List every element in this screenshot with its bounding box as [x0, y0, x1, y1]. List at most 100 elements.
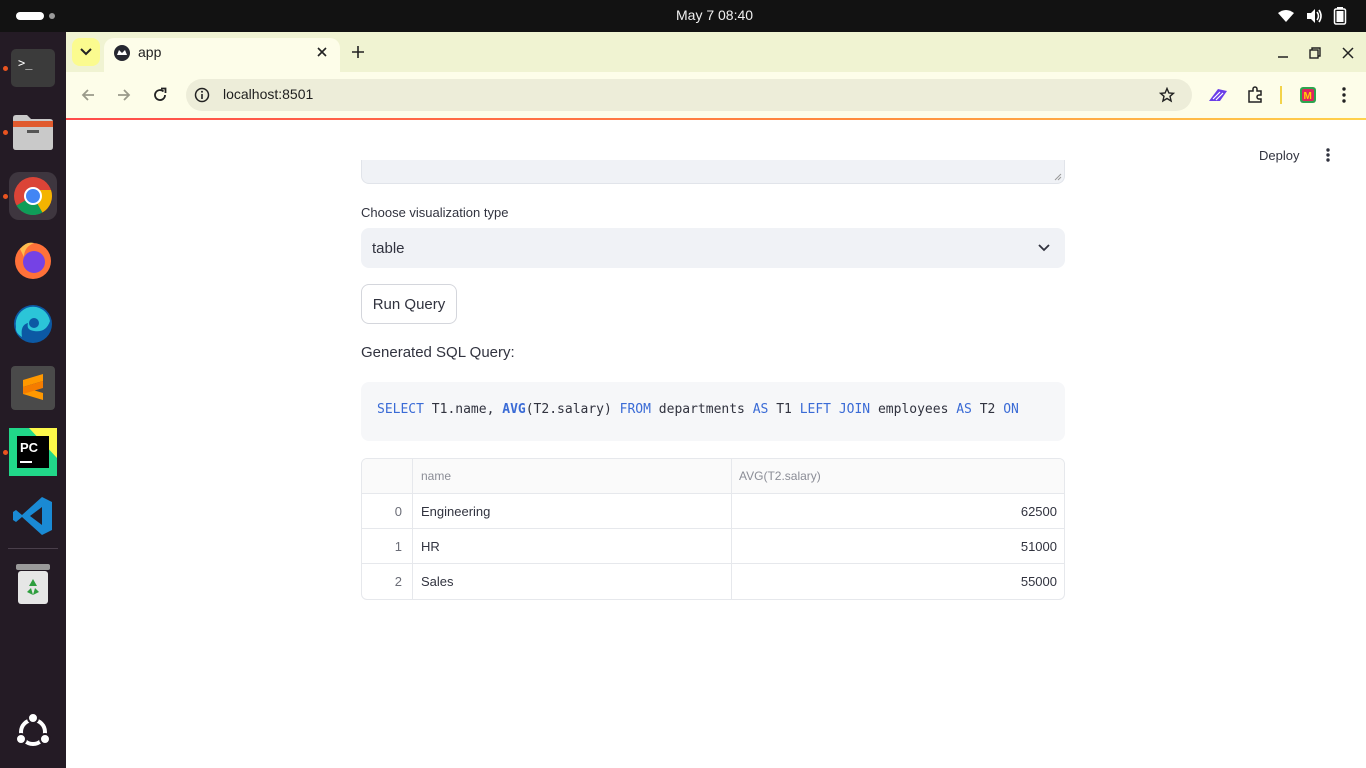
resize-handle-icon[interactable] — [1054, 173, 1062, 181]
volume-icon[interactable] — [1305, 7, 1323, 25]
extension-button[interactable] — [1206, 83, 1230, 107]
cell-name[interactable]: Sales — [413, 564, 732, 599]
minimize-icon — [1278, 56, 1288, 58]
svg-text:PC: PC — [20, 440, 39, 455]
puzzle-icon — [1248, 86, 1262, 103]
wifi-icon[interactable] — [1277, 7, 1295, 25]
run-query-button[interactable]: Run Query — [361, 284, 457, 324]
new-tab-button[interactable] — [346, 40, 370, 64]
running-indicator — [3, 130, 8, 135]
index-column-header — [362, 459, 413, 494]
chevron-down-icon — [80, 48, 92, 56]
activities-indicator[interactable] — [16, 12, 44, 20]
running-indicator — [3, 66, 8, 71]
chrome-launcher[interactable] — [9, 172, 57, 220]
table-row[interactable]: 2 Sales 55000 — [362, 564, 1064, 599]
main-menu-button[interactable] — [1318, 144, 1338, 166]
toolbar-separator — [1280, 86, 1282, 104]
sql-heading: Generated SQL Query: — [361, 344, 515, 361]
sql-token: (T2.salary) — [525, 402, 620, 417]
info-icon — [194, 87, 210, 103]
system-top-bar: May 7 08:40 — [0, 0, 1366, 32]
extensions-menu-button[interactable] — [1243, 83, 1267, 107]
table-row[interactable]: 1 HR 51000 — [362, 529, 1064, 564]
cell-avg-salary[interactable]: 62500 — [732, 494, 1064, 529]
arrow-right-icon — [118, 89, 131, 101]
dock: >_ PC — [0, 32, 66, 768]
cell-name[interactable]: Engineering — [413, 494, 732, 529]
edge-icon — [14, 305, 52, 343]
address-bar[interactable] — [186, 79, 1192, 111]
terminal-launcher[interactable]: >_ — [9, 44, 57, 92]
sql-token: T2 — [971, 402, 1004, 417]
row-index: 1 — [362, 529, 413, 564]
kebab-menu-icon — [1326, 148, 1330, 162]
forward-button[interactable] — [112, 83, 136, 107]
plus-icon — [352, 46, 364, 58]
svg-text:M: M — [1304, 91, 1312, 102]
site-info-button[interactable] — [192, 85, 212, 105]
sql-token: SELECT — [377, 402, 424, 417]
profile-extension-button[interactable]: M — [1296, 83, 1320, 107]
sql-token: AVG — [502, 402, 526, 417]
dock-separator — [8, 548, 58, 549]
tab-search-button[interactable] — [72, 38, 100, 66]
star-icon — [1159, 87, 1175, 103]
sql-token: T1.name, — [423, 402, 503, 417]
sql-token: FROM — [619, 402, 651, 417]
deploy-button[interactable]: Deploy — [1259, 148, 1299, 163]
restore-icon — [1309, 47, 1321, 59]
column-header-avg-salary[interactable]: AVG(T2.salary) — [732, 459, 1064, 494]
vscode-launcher[interactable] — [9, 492, 57, 540]
restore-button[interactable] — [1304, 42, 1326, 64]
sql-code-line: SELECT T1.name, AVG(T2.salary) FROM depa… — [377, 402, 1019, 417]
cell-name[interactable]: HR — [413, 529, 732, 564]
minimize-button[interactable] — [1272, 42, 1294, 64]
extension-wing-icon — [1209, 89, 1227, 101]
sublime-launcher[interactable] — [9, 364, 57, 412]
browser-menu-button[interactable] — [1332, 83, 1356, 107]
close-icon — [317, 47, 327, 57]
url-text[interactable]: localhost:8501 — [223, 86, 313, 102]
trash-icon — [16, 564, 50, 604]
column-header-name[interactable]: name — [413, 459, 732, 494]
sql-token: AS — [956, 402, 972, 417]
reload-icon — [154, 87, 167, 101]
reload-button[interactable] — [148, 83, 172, 107]
sql-token: employees — [870, 402, 957, 417]
workspace-dot — [49, 13, 55, 19]
sql-token: ON — [1003, 402, 1019, 417]
tab-close-button[interactable] — [312, 42, 332, 62]
table-row[interactable]: 0 Engineering 62500 — [362, 494, 1064, 529]
files-launcher[interactable] — [9, 108, 57, 156]
firefox-launcher[interactable] — [9, 236, 57, 284]
viz-type-select[interactable]: table — [361, 228, 1065, 268]
show-apps-button[interactable] — [9, 708, 57, 756]
m-badge-icon: M — [1300, 87, 1316, 103]
back-button[interactable] — [76, 83, 100, 107]
trash-launcher[interactable] — [9, 560, 57, 608]
sql-token: T1 — [768, 402, 800, 417]
ubuntu-apps-icon — [15, 712, 51, 746]
sql-token: AS — [752, 402, 769, 417]
sql-token: LEFT JOIN — [799, 402, 871, 417]
edge-launcher[interactable] — [9, 300, 57, 348]
files-icon — [13, 115, 53, 150]
results-dataframe[interactable]: name AVG(T2.salary) 0 Engineering 62500 … — [361, 458, 1065, 600]
sql-token: departments — [650, 402, 753, 417]
clock[interactable]: May 7 08:40 — [676, 7, 753, 23]
table-header-row: name AVG(T2.salary) — [362, 459, 1064, 494]
question-textarea[interactable] — [361, 160, 1065, 184]
svg-text:>_: >_ — [18, 56, 33, 70]
window-close-button[interactable] — [1337, 42, 1359, 64]
cell-avg-salary[interactable]: 51000 — [732, 529, 1064, 564]
firefox-icon — [15, 242, 51, 279]
vscode-icon — [13, 497, 52, 535]
bookmark-button[interactable] — [1156, 84, 1178, 106]
cell-avg-salary[interactable]: 55000 — [732, 564, 1064, 599]
battery-icon[interactable] — [1333, 7, 1347, 25]
pycharm-launcher[interactable]: PC — [9, 428, 57, 476]
kebab-menu-icon — [1342, 87, 1346, 103]
running-indicator — [3, 194, 8, 199]
streamlit-favicon-icon — [114, 45, 130, 61]
